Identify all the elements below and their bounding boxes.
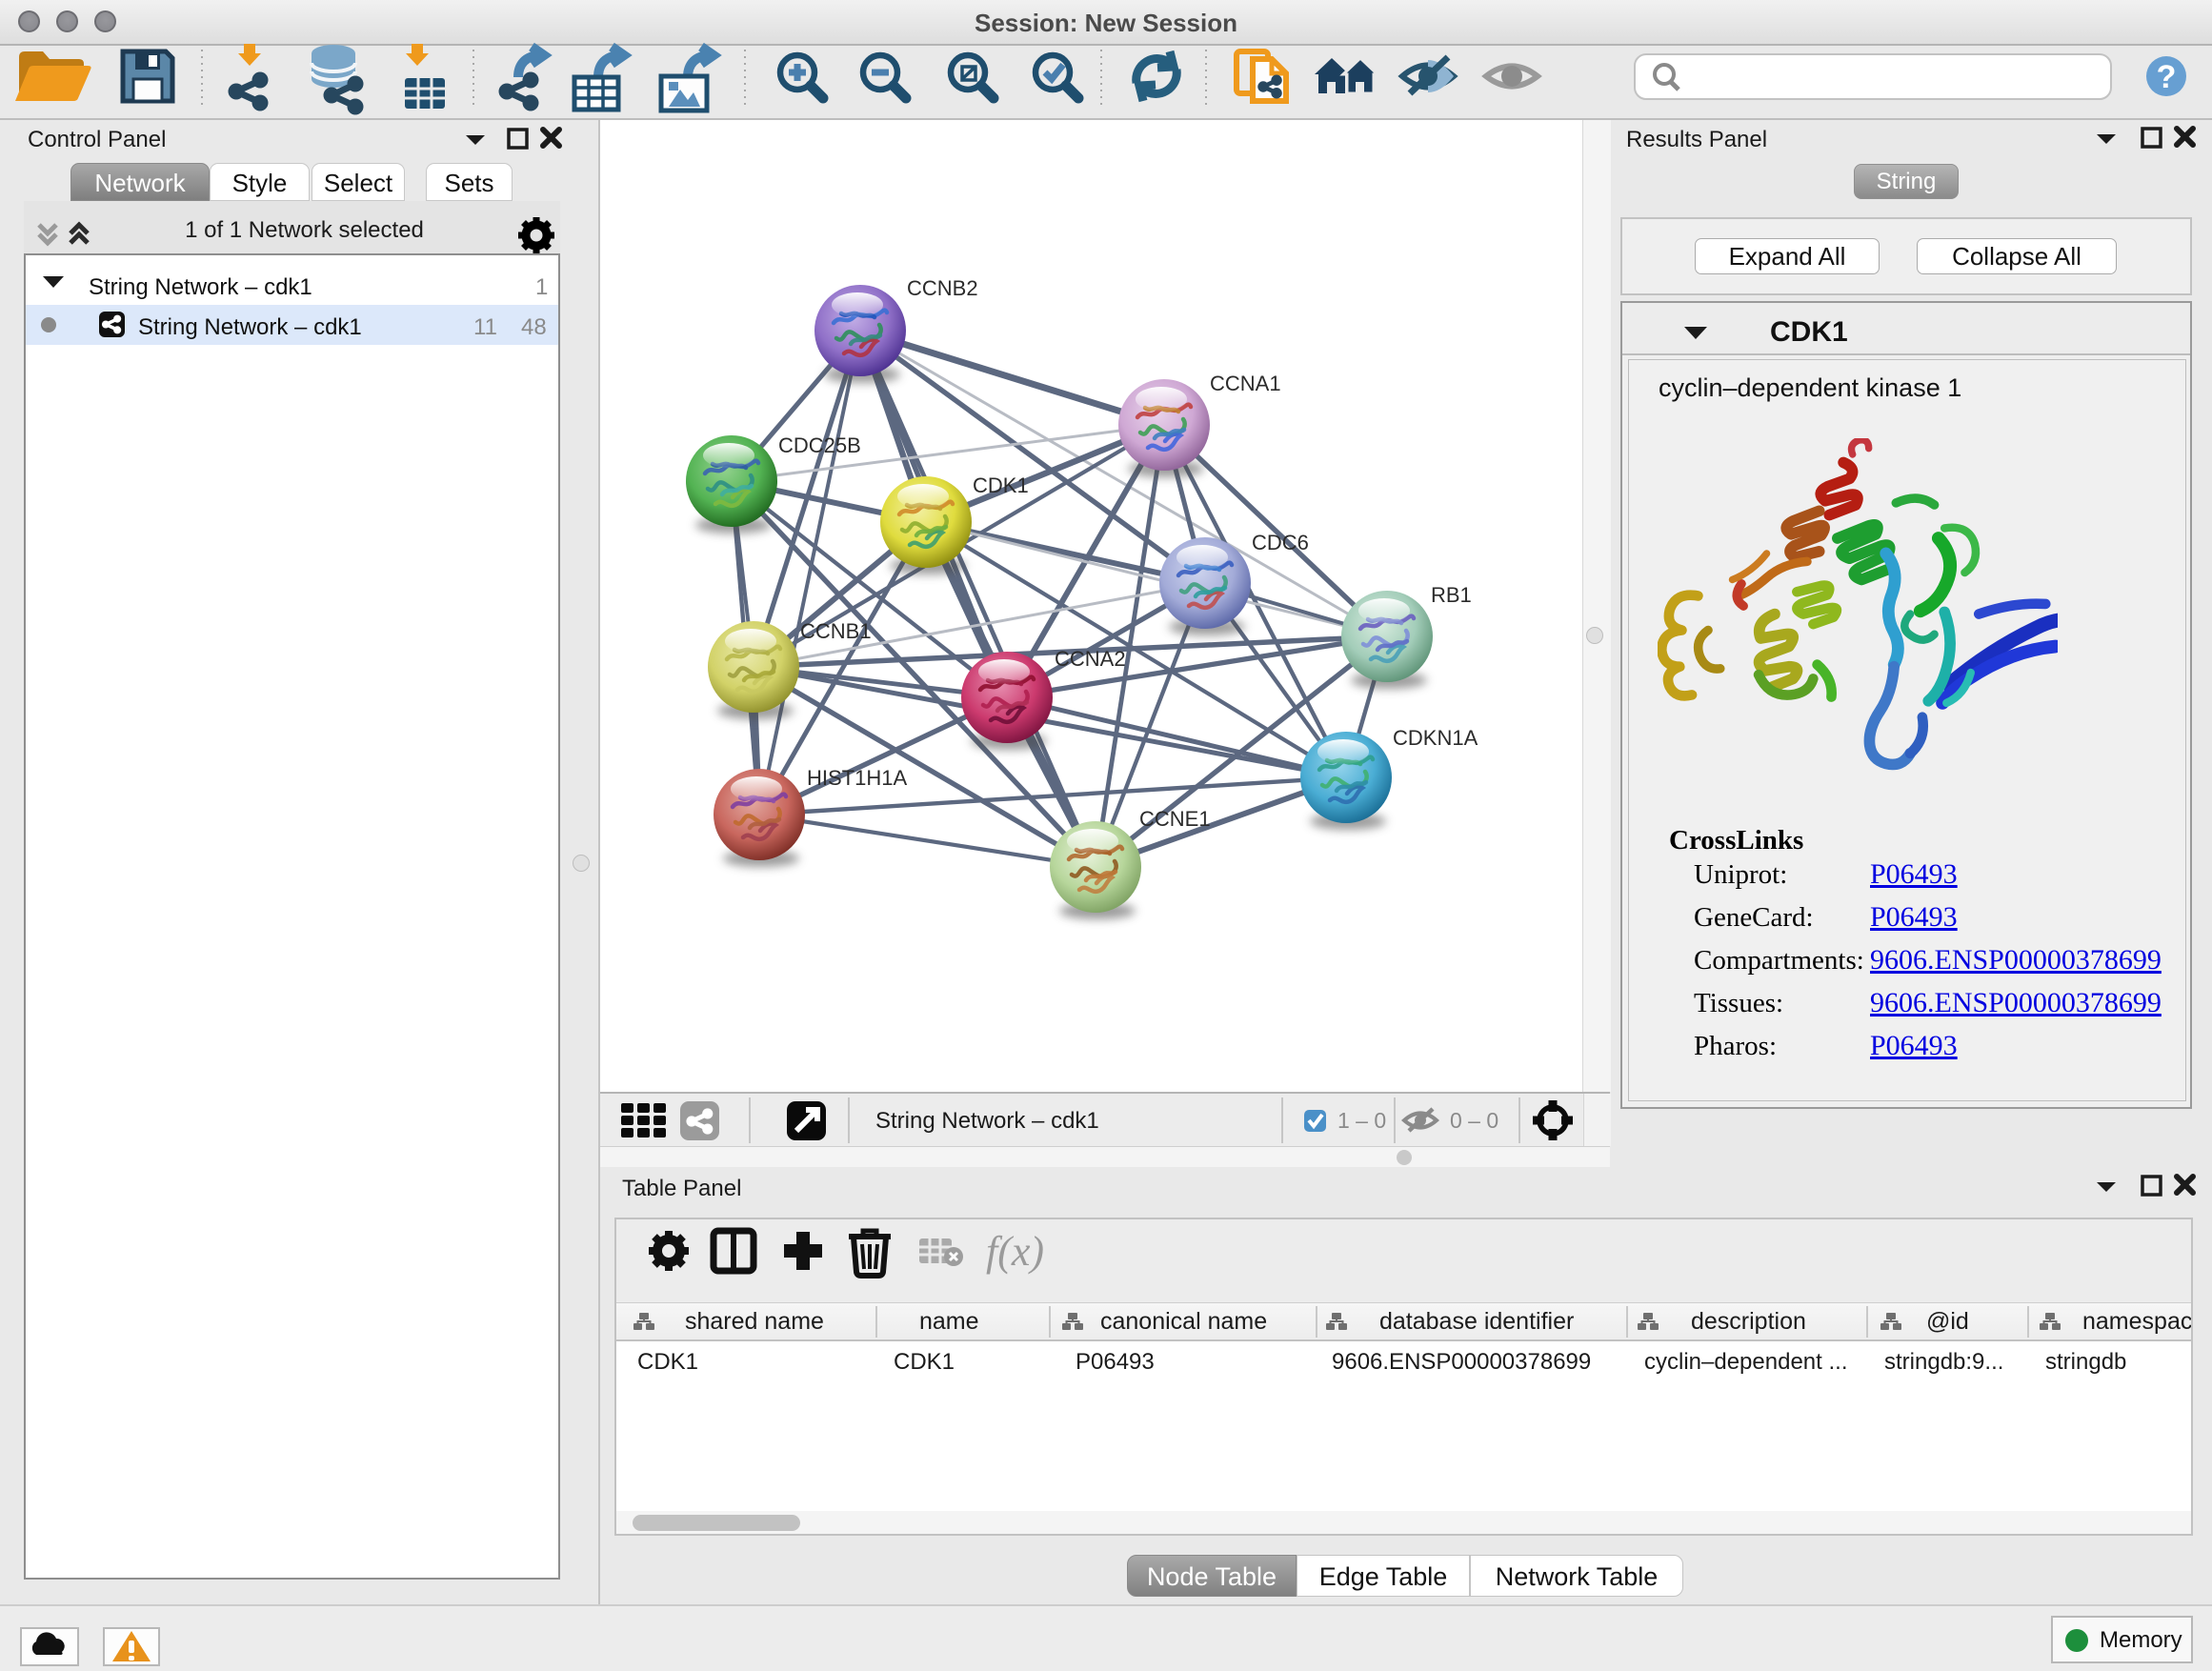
svg-text:CCNE1: CCNE1: [1139, 807, 1211, 831]
svg-text:CDC25B: CDC25B: [778, 433, 861, 457]
svg-text:String Network – cdk1: String Network – cdk1: [875, 1108, 1099, 1134]
svg-text:shared name: shared name: [685, 1308, 824, 1335]
svg-text:0 – 0: 0 – 0: [1450, 1108, 1498, 1133]
svg-text:@id: @id: [1926, 1308, 1969, 1335]
svg-text:RB1: RB1: [1431, 583, 1472, 607]
svg-text:CCNA1: CCNA1: [1210, 372, 1281, 395]
svg-text:name: name: [919, 1308, 979, 1335]
svg-text:CCNB2: CCNB2: [907, 276, 978, 300]
svg-text:CDKN1A: CDKN1A: [1393, 726, 1478, 750]
svg-text:database identifier: database identifier: [1379, 1308, 1574, 1335]
svg-text:CCNB1: CCNB1: [800, 619, 872, 643]
svg-text:description: description: [1691, 1308, 1806, 1335]
svg-text:namespac: namespac: [2082, 1308, 2191, 1335]
svg-text:HIST1H1A: HIST1H1A: [807, 766, 907, 790]
svg-text:CDK1: CDK1: [973, 473, 1029, 497]
svg-text:?: ?: [2157, 59, 2177, 95]
svg-text:CDC6: CDC6: [1252, 531, 1309, 554]
svg-text:canonical name: canonical name: [1100, 1308, 1267, 1335]
svg-text:f(x): f(x): [986, 1228, 1044, 1275]
svg-text:CCNA2: CCNA2: [1055, 647, 1126, 671]
svg-text:1 – 0: 1 – 0: [1337, 1108, 1386, 1133]
